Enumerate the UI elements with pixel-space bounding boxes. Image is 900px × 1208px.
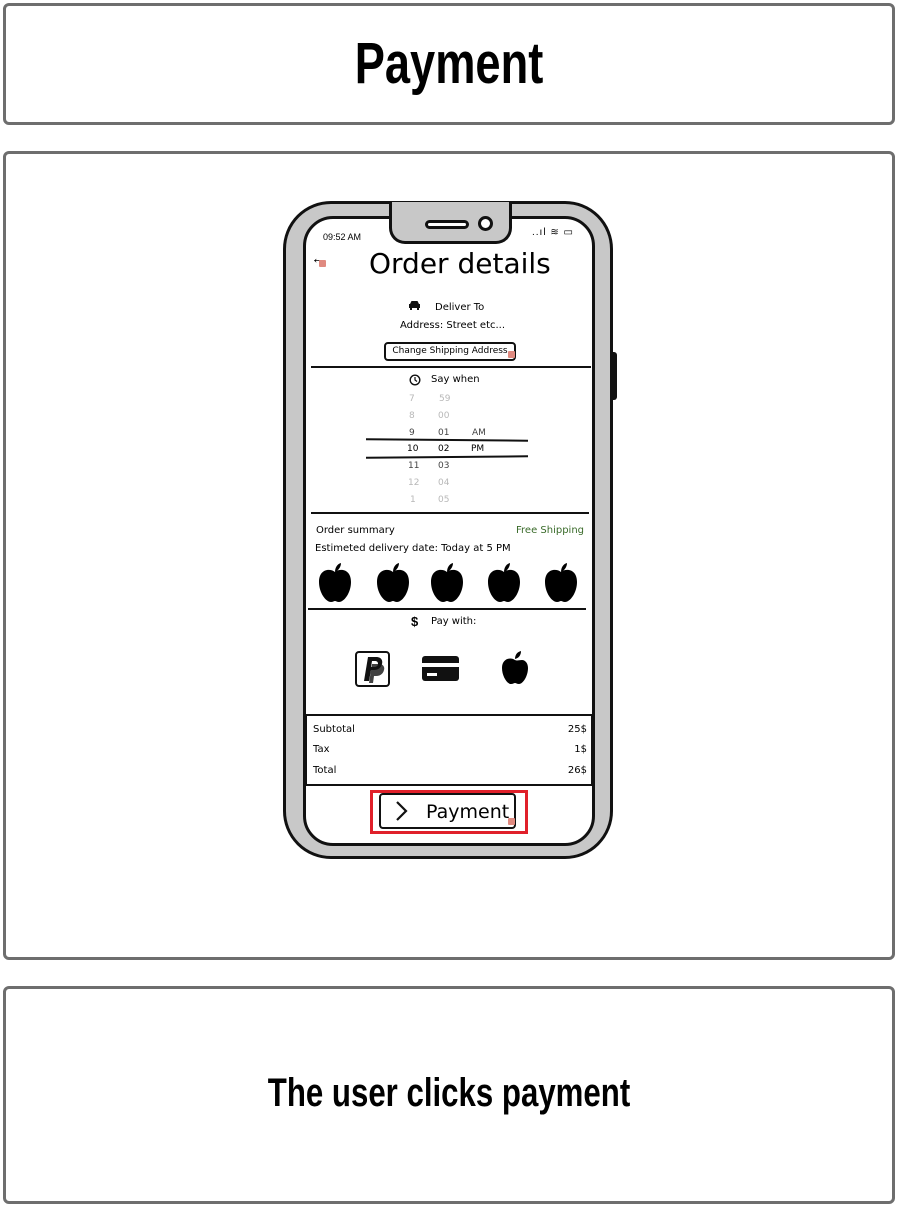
tax-label: Tax — [313, 744, 330, 755]
phone-panel: 09:52 AM ..ıl ≋ ▭ ← Order details Delive… — [3, 151, 895, 960]
divider — [311, 366, 591, 368]
page-title: Payment — [354, 31, 544, 96]
change-shipping-address-button[interactable]: Change Shipping Address — [384, 342, 516, 361]
tax-value: 1$ — [574, 744, 587, 755]
status-time: 09:52 AM — [323, 232, 362, 242]
click-highlight — [370, 790, 528, 834]
divider — [311, 512, 589, 514]
totals-table: Subtotal 25$ Tax 1$ Total 26$ — [305, 714, 593, 786]
link-marker-icon — [508, 351, 515, 358]
order-details-title: Order details — [369, 247, 551, 280]
caption-text: The user clicks payment — [267, 1071, 631, 1115]
hour-option[interactable]: 12 — [408, 478, 419, 488]
hour-option[interactable]: 11 — [408, 461, 419, 471]
speaker-icon — [425, 220, 469, 229]
link-marker-icon — [319, 260, 326, 267]
minute-option[interactable]: 03 — [438, 461, 449, 471]
address-text: Address: Street etc... — [400, 320, 506, 331]
divider — [308, 608, 586, 610]
dollar-icon: $ — [411, 614, 419, 629]
subtotal-row: Subtotal 25$ — [313, 724, 587, 735]
ampm-selected[interactable]: PM — [471, 444, 484, 454]
subtotal-value: 25$ — [567, 724, 587, 735]
status-icons: ..ıl ≋ ▭ — [532, 227, 574, 238]
clock-icon — [409, 374, 421, 386]
paypal-icon[interactable] — [355, 651, 390, 687]
minute-option[interactable]: 05 — [438, 495, 449, 505]
minute-option[interactable]: 59 — [439, 394, 450, 404]
hour-option[interactable]: 9 — [409, 428, 415, 438]
credit-card-icon[interactable] — [422, 656, 459, 681]
order-summary-label: Order summary — [316, 525, 395, 536]
total-label: Total — [313, 765, 337, 776]
hour-option[interactable]: 8 — [409, 411, 415, 421]
minute-option[interactable]: 04 — [438, 478, 449, 488]
phone-side-button — [611, 352, 617, 400]
title-panel: Payment — [3, 3, 895, 125]
minute-option[interactable]: 01 — [438, 428, 449, 438]
apple-icon — [377, 563, 409, 602]
apple-icon — [488, 563, 520, 602]
tax-row: Tax 1$ — [313, 744, 587, 755]
subtotal-label: Subtotal — [313, 724, 355, 735]
hour-option[interactable]: 7 — [409, 394, 415, 404]
free-shipping-label: Free Shipping — [516, 525, 585, 536]
total-row: Total 26$ — [313, 765, 587, 776]
apple-icon — [319, 563, 351, 602]
estimated-delivery: Estimeted delivery date: Today at 5 PM — [315, 543, 511, 554]
apple-pay-icon[interactable] — [499, 650, 531, 686]
total-value: 26$ — [567, 765, 587, 776]
minute-option[interactable]: 00 — [438, 411, 449, 421]
apple-icon — [431, 563, 463, 602]
deliver-to-label: Deliver To — [435, 302, 485, 313]
minute-selected[interactable]: 02 — [438, 444, 449, 454]
hour-selected[interactable]: 10 — [407, 444, 418, 454]
pay-with-label: Pay with: — [431, 616, 477, 627]
car-icon — [409, 301, 420, 310]
caption-panel: The user clicks payment — [3, 986, 895, 1204]
hour-option[interactable]: 1 — [410, 495, 416, 505]
camera-icon — [478, 216, 493, 231]
ampm-option[interactable]: AM — [472, 428, 486, 438]
apple-icon — [545, 563, 577, 602]
say-when-label: Say when — [431, 374, 480, 385]
